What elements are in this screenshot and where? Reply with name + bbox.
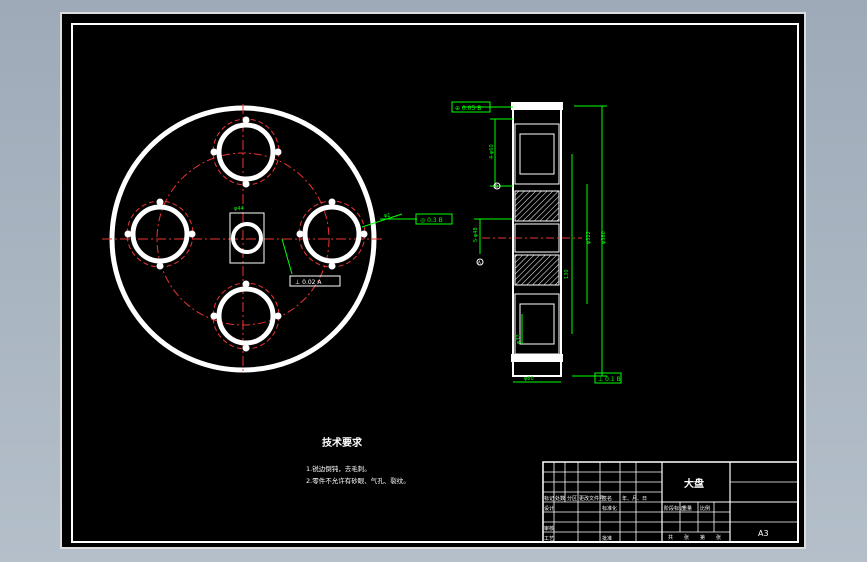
- tb-row-process-value: 批准: [602, 535, 612, 542]
- tech-item-2: 2.零件不允许有砂眼、气孔、裂纹。: [306, 476, 410, 485]
- tb-sheet-unit-2: 张: [716, 534, 721, 541]
- tb-weight-label: 重量: [682, 505, 692, 512]
- hatch-area-upper: [514, 190, 560, 222]
- tb-sheet-unit-1: 张: [684, 534, 689, 541]
- cad-drawing: φ1 ⊥ 0.02 A φ44 ◎ 0.3 B φ360 φ322 130 4-…: [71, 23, 799, 543]
- tb-row-design-label: 设计: [544, 505, 554, 512]
- datum-b-label: B: [495, 184, 498, 189]
- tb-row-design-value: 标准化: [602, 505, 617, 512]
- dim-label: φ80: [524, 376, 534, 382]
- part-title: 大盘: [684, 477, 704, 490]
- tb-row-process-label: 工艺: [544, 536, 554, 542]
- boss-left: [124, 198, 196, 270]
- title-block: 大盘 A3 标记 处数 分区 更改文件号 签名 年、月、日 设计 标准化 审核 …: [542, 461, 799, 543]
- boss-top: [210, 116, 282, 188]
- dim-label: 4-φ60: [489, 144, 495, 159]
- dim-label: 5-φ48: [473, 227, 479, 242]
- tb-header-4: 更改文件号: [579, 495, 604, 502]
- tb-header-2: 处数: [555, 495, 565, 502]
- boss-right: [296, 198, 368, 270]
- boss-bottom: [210, 280, 282, 352]
- dim-label: φ32: [516, 334, 522, 344]
- dim-label: φ1: [384, 213, 390, 219]
- tol-frame-side-text: ◎ 0.3 B: [420, 217, 443, 224]
- tb-stage-label: 阶段标记: [664, 505, 684, 512]
- tol-frame-top-text: ⊕ 0.05 B: [455, 105, 481, 112]
- dim-label: φ44: [234, 206, 244, 212]
- top-flange: [511, 102, 563, 110]
- dim-label: φ360: [601, 231, 607, 244]
- tech-heading: 技术要求: [322, 436, 363, 449]
- tech-requirements: 技术要求 1.锐边倒钝，去毛刺。 2.零件不允许有砂眼、气孔、裂纹。: [306, 436, 410, 485]
- tol-frame-bottom-text: ⊥ 0.1 B: [598, 376, 621, 383]
- bottom-flange: [511, 354, 563, 362]
- dim-label: φ322: [586, 231, 592, 244]
- tb-header-5: 签名: [602, 495, 612, 502]
- hub-square: [229, 212, 265, 264]
- tech-item-1: 1.锐边倒钝，去毛刺。: [306, 464, 371, 473]
- dim-label: 130: [564, 269, 570, 279]
- tb-header-1: 标记: [544, 495, 554, 502]
- tb-sheet-total: 共: [668, 534, 673, 541]
- hub-bore: [231, 222, 263, 254]
- tb-scale-label: 比例: [700, 505, 710, 512]
- sheet-size: A3: [758, 529, 769, 538]
- datum-a-label: A: [478, 260, 481, 265]
- front-view: φ1 ⊥ 0.02 A φ44 ◎ 0.3 B: [102, 104, 453, 374]
- tb-header-6: 年、月、日: [622, 495, 647, 502]
- drawing-border: [71, 23, 799, 543]
- tb-header-3: 分区: [567, 495, 577, 502]
- tol-frame-center-text: ⊥ 0.02 A: [295, 279, 322, 286]
- tb-sheet-num: 第: [700, 534, 705, 541]
- tb-row-review-label: 审核: [544, 525, 554, 532]
- section-view: φ360 φ322 130 4-φ60 5-φ48 φ32 B A ⊕ 0.05…: [451, 101, 622, 384]
- hatch-area-lower: [514, 254, 560, 286]
- drawing-viewport[interactable]: φ1 ⊥ 0.02 A φ44 ◎ 0.3 B φ360 φ322 130 4-…: [60, 12, 806, 549]
